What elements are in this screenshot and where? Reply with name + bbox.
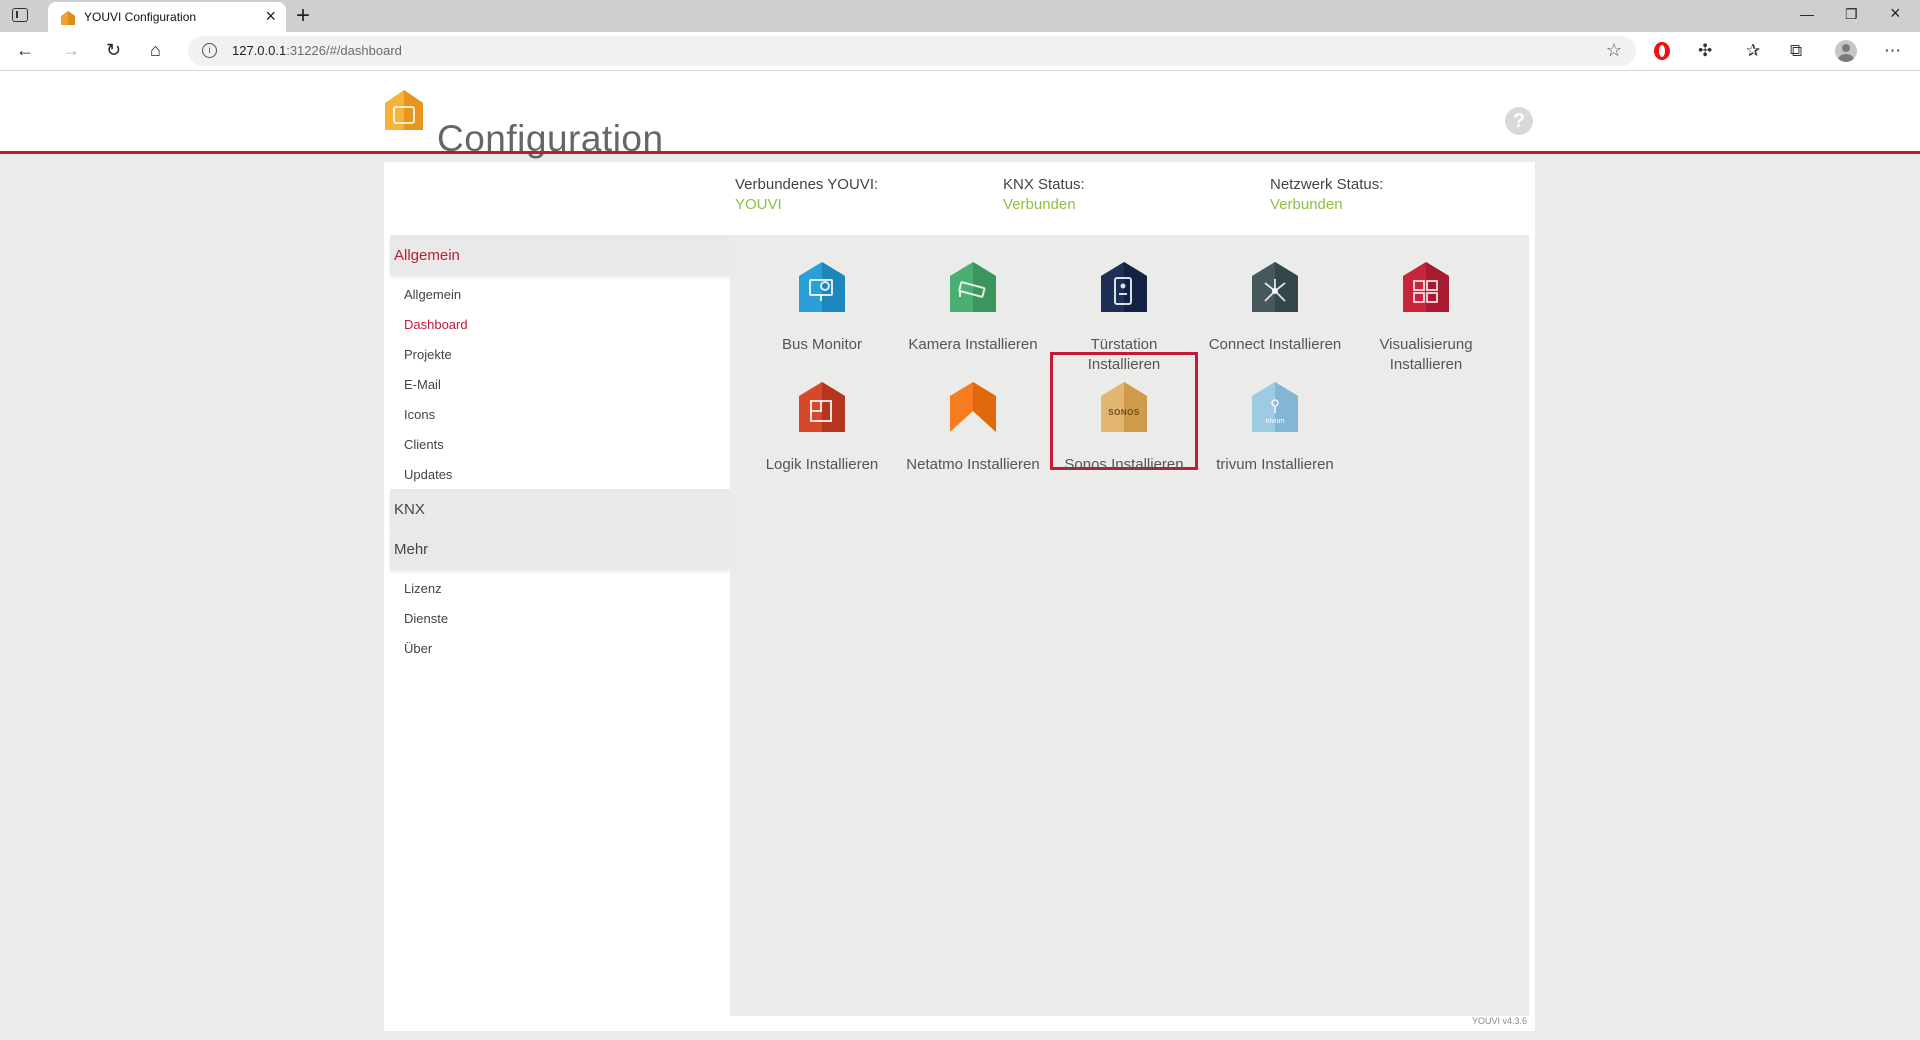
tile-netatmo[interactable]: Netatmo Installieren bbox=[902, 355, 1044, 473]
window-close-icon[interactable]: × bbox=[1890, 3, 1901, 24]
dashboard-tiles: Bus Monitor Kamera Installieren Türstati… bbox=[730, 235, 1529, 1026]
sidebar-item-icons[interactable]: Icons bbox=[390, 399, 730, 429]
sidebar-item-dienste[interactable]: Dienste bbox=[390, 603, 730, 633]
sidebar-item-email[interactable]: E-Mail bbox=[390, 369, 730, 399]
status-label: Netzwerk Status: bbox=[1270, 176, 1384, 193]
minimize-icon[interactable]: — bbox=[1800, 6, 1814, 22]
browser-tab[interactable]: YOUVI Configuration × bbox=[48, 2, 286, 32]
trivum-icon: trivum bbox=[1252, 382, 1298, 432]
url-text[interactable]: 127.0.0.1:31226/#/dashboard bbox=[232, 43, 402, 58]
content-card: Verbundenes YOUVI: YOUVI KNX Status: Ver… bbox=[384, 162, 1535, 1031]
svg-text:trivum: trivum bbox=[1265, 418, 1284, 425]
favorites-icon[interactable]: ✰ bbox=[1746, 40, 1760, 62]
new-tab-icon[interactable]: + bbox=[296, 2, 310, 30]
url-field[interactable]: i 127.0.0.1:31226/#/dashboard ☆ bbox=[188, 36, 1636, 66]
tile-connect[interactable]: Connect Installieren bbox=[1204, 235, 1346, 353]
browser-tab-bar: YOUVI Configuration × + — ❐ × bbox=[0, 0, 1920, 32]
status-value: Verbunden bbox=[1270, 196, 1343, 213]
netatmo-icon bbox=[950, 382, 996, 432]
sidebar-toggle-icon[interactable] bbox=[12, 8, 28, 22]
youvi-logo-icon bbox=[385, 90, 423, 130]
tile-label: Sonos Installieren bbox=[1064, 456, 1184, 473]
connect-icon bbox=[1252, 262, 1298, 312]
sidebar-item-dashboard[interactable]: Dashboard bbox=[390, 309, 730, 339]
help-icon[interactable]: ? bbox=[1505, 107, 1533, 135]
status-knx: KNX Status: Verbunden bbox=[1003, 176, 1085, 213]
tile-label: Logik Installieren bbox=[765, 456, 879, 473]
browser-address-bar: ← → ↻ ⌂ i 127.0.0.1:31226/#/dashboard ☆ … bbox=[0, 32, 1920, 71]
tile-sonos[interactable]: SONOS Sonos Installieren bbox=[1050, 352, 1198, 473]
version-text: YOUVI v4.3.6 bbox=[1471, 1016, 1527, 1026]
sidebar-section-mehr[interactable]: Mehr bbox=[390, 529, 730, 569]
add-favorite-icon[interactable]: ☆ bbox=[1606, 40, 1622, 61]
tile-trivum[interactable]: trivum trivum Installieren bbox=[1204, 355, 1346, 473]
back-icon[interactable]: ← bbox=[16, 38, 34, 62]
sidebar: Allgemein Allgemein Dashboard Projekte E… bbox=[390, 235, 730, 663]
forward-icon[interactable]: → bbox=[62, 38, 80, 62]
svg-text:SONOS: SONOS bbox=[1108, 408, 1140, 417]
extensions-icon[interactable]: ✣ bbox=[1698, 40, 1712, 62]
youvi-favicon-icon bbox=[61, 11, 75, 25]
tab-close-icon[interactable]: × bbox=[265, 6, 276, 26]
door-station-icon bbox=[1101, 262, 1147, 312]
camera-icon bbox=[950, 262, 996, 312]
sidebar-section-knx[interactable]: KNX bbox=[390, 489, 730, 529]
tile-kamera[interactable]: Kamera Installieren bbox=[902, 235, 1044, 353]
status-network: Netzwerk Status: Verbunden bbox=[1270, 176, 1383, 213]
collections-icon[interactable]: ⧉ bbox=[1790, 40, 1802, 62]
site-info-icon[interactable]: i bbox=[202, 43, 217, 58]
bus-monitor-icon bbox=[799, 262, 845, 312]
profile-avatar-icon[interactable] bbox=[1835, 40, 1857, 62]
tile-tuerstation[interactable]: Türstation Installieren bbox=[1053, 235, 1195, 373]
sidebar-item-updates[interactable]: Updates bbox=[390, 459, 730, 489]
sonos-icon: SONOS bbox=[1101, 382, 1147, 432]
sidebar-section-allgemein[interactable]: Allgemein bbox=[390, 235, 730, 275]
header-divider bbox=[0, 151, 1920, 154]
tile-logik[interactable]: Logik Installieren bbox=[751, 355, 893, 473]
tile-bus-monitor[interactable]: Bus Monitor bbox=[751, 235, 893, 353]
sidebar-item-allgemein[interactable]: Allgemein bbox=[390, 279, 730, 309]
tile-label: Connect Installieren bbox=[1208, 336, 1342, 353]
tile-visualisierung[interactable]: Visualisierung Installieren bbox=[1355, 235, 1497, 373]
tile-label: Kamera Installieren bbox=[908, 336, 1038, 353]
status-label: KNX Status: bbox=[1003, 176, 1085, 193]
tab-title: YOUVI Configuration bbox=[84, 10, 197, 24]
tile-label: Visualisierung Installieren bbox=[1379, 336, 1473, 373]
opera-extension-icon[interactable] bbox=[1654, 42, 1670, 60]
tile-label: Bus Monitor bbox=[781, 336, 863, 353]
home-icon[interactable]: ⌂ bbox=[150, 38, 161, 62]
app-header: Configuration ? bbox=[0, 71, 1920, 159]
logic-icon bbox=[799, 382, 845, 432]
sidebar-item-ueber[interactable]: Über bbox=[390, 633, 730, 663]
status-youvi: Verbundenes YOUVI: YOUVI bbox=[735, 176, 878, 213]
sidebar-item-projekte[interactable]: Projekte bbox=[390, 339, 730, 369]
restore-icon[interactable]: ❐ bbox=[1845, 6, 1858, 23]
tile-label: trivum Installieren bbox=[1216, 456, 1334, 473]
sidebar-item-clients[interactable]: Clients bbox=[390, 429, 730, 459]
sidebar-item-lizenz[interactable]: Lizenz bbox=[390, 573, 730, 603]
visualization-icon bbox=[1403, 262, 1449, 312]
status-value: Verbunden bbox=[1003, 196, 1076, 213]
tile-label: Netatmo Installieren bbox=[906, 456, 1040, 473]
status-value: YOUVI bbox=[735, 196, 782, 213]
more-menu-icon[interactable]: ⋯ bbox=[1884, 40, 1901, 62]
reload-icon[interactable]: ↻ bbox=[106, 38, 121, 62]
status-label: Verbundenes YOUVI: bbox=[735, 176, 879, 193]
